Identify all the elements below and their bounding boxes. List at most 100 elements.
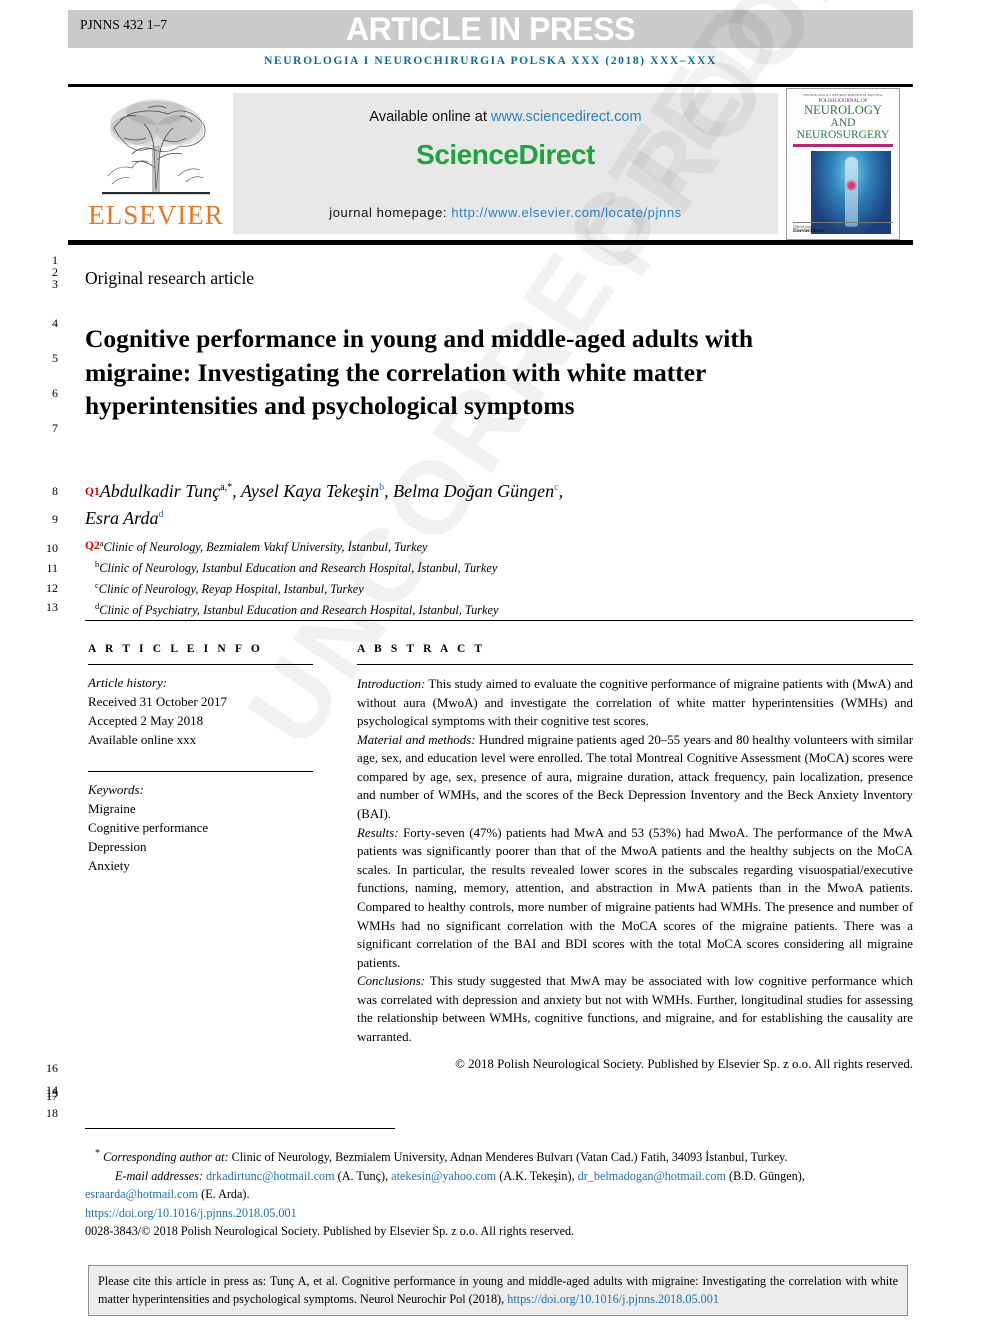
affiliation-list: Q2aClinic of Neurology, Bezmialem Vakıf …: [85, 537, 785, 621]
article-type: Original research article: [85, 268, 255, 288]
affiliation-item: Q2aClinic of Neurology, Bezmialem Vakıf …: [85, 537, 785, 558]
article-accepted-date: Accepted 2 May 2018: [88, 712, 204, 728]
abstract-section-label: Material and methods:: [357, 732, 476, 747]
doi-link[interactable]: https://doi.org/10.1016/j.pjnns.2018.05.…: [85, 1206, 297, 1220]
line-number: 7: [52, 421, 58, 435]
cite-text: Please cite this article in press as: Tu…: [98, 1274, 898, 1306]
abstract-heading: A B S T R A C T: [357, 643, 486, 655]
abstract-section: Results: Forty-seven (47%) patients had …: [357, 824, 913, 973]
line-number: 13: [46, 600, 58, 614]
email-link[interactable]: drkadirtunc@hotmail.com: [206, 1169, 335, 1183]
line-number: 11: [46, 561, 58, 575]
keywords-block: Keywords: Migraine Cognitive performance…: [88, 781, 313, 875]
available-online-prefix: Available online at: [369, 109, 491, 125]
footnotes: * Corresponding author at: Clinic of Neu…: [85, 1146, 915, 1241]
email-addresses-label: E-mail addresses:: [115, 1168, 203, 1183]
corresponding-author-note: * Corresponding author at: Clinic of Neu…: [85, 1146, 915, 1167]
author-name: Aysel Kaya Tekeşin: [240, 481, 380, 501]
corresponding-marker: *: [95, 1148, 101, 1159]
keyword-item: Cognitive performance: [88, 820, 209, 836]
line-number: 5: [52, 351, 58, 365]
abstract-section: Material and methods: Hundred migraine p…: [357, 731, 913, 824]
cite-this-article-box: Please cite this article in press as: Tu…: [88, 1265, 908, 1317]
corresponding-author-label: Corresponding author at:: [103, 1150, 229, 1165]
affiliation-text: Clinic of Neurology, Istanbul Education …: [99, 561, 498, 576]
masthead-top-rule: [68, 84, 913, 87]
abstract-body: Introduction: This study aimed to evalua…: [357, 675, 913, 1047]
email-owner: (A.K. Tekeşin),: [496, 1168, 578, 1183]
abstract-rule: [357, 664, 913, 665]
abstract-section-text: This study aimed to evaluate the cogniti…: [357, 677, 913, 729]
affiliation-item: cClinic of Neurology, Reyap Hospital, Is…: [85, 579, 785, 600]
cover-neurology: NEUROLOGY: [804, 103, 882, 117]
cover-accent-bar: [793, 143, 893, 147]
article-in-press-banner: PJNNS 432 1–7 ARTICLE IN PRESS: [68, 10, 913, 48]
cover-footer-brand: ElsevierDirect: [793, 229, 824, 234]
email-link[interactable]: dr_belmadogan@hotmail.com: [578, 1169, 726, 1183]
affiliation-item: dClinic of Psychiatry, Istanbul Educatio…: [85, 600, 785, 621]
author-affil-mark: d: [158, 509, 164, 520]
affiliation-text: Clinic of Psychiatry, Istanbul Education…: [99, 603, 499, 618]
cite-doi-link[interactable]: https://doi.org/10.1016/j.pjnns.2018.05.…: [507, 1292, 719, 1306]
email-link[interactable]: esraarda@hotmail.com: [85, 1187, 198, 1201]
sciencedirect-wordmark: ScienceDirect: [416, 139, 595, 170]
journal-homepage-link[interactable]: http://www.elsevier.com/locate/pjnns: [451, 205, 681, 220]
author-name: Esra Arda: [85, 508, 159, 528]
elsevier-wordmark: ELSEVIER: [88, 200, 224, 230]
masthead: ELSEVIER Available online at www.science…: [68, 88, 913, 240]
abstract-section: Introduction: This study aimed to evalua…: [357, 675, 913, 731]
line-number: 8: [52, 484, 58, 498]
available-online-line: Available online at www.sciencedirect.co…: [233, 109, 778, 125]
query-flag-q2[interactable]: Q2: [85, 540, 100, 552]
abstract-section-text: This study suggested that MwA may be ass…: [357, 974, 913, 1044]
journal-homepage-line: journal homepage: http://www.elsevier.co…: [233, 205, 778, 220]
author-name: Belma Doğan Güngen: [393, 481, 555, 501]
email-owner: (A. Tunç),: [334, 1168, 392, 1183]
keyword-item: Depression: [88, 838, 147, 854]
cover-heart-highlight: [847, 180, 856, 190]
cover-footer: Official journal of the Polish Neurologi…: [793, 222, 893, 234]
abstract-column: A B S T R A C T Introduction: This study…: [357, 643, 913, 1072]
cover-top-line: NEUROLOGIA I NEUROCHIRURGIA POLSKA: [803, 93, 883, 97]
abstract-section-label: Results:: [357, 825, 399, 840]
email-addresses-note: E-mail addresses: drkadirtunc@hotmail.co…: [85, 1169, 805, 1202]
line-number: 12: [46, 581, 58, 595]
query-flag-q1[interactable]: Q1: [85, 486, 100, 498]
abstract-section-label: Conclusions:: [357, 974, 426, 989]
line-number: 16: [46, 1061, 58, 1075]
sciencedirect-box: Available online at www.sciencedirect.co…: [233, 93, 778, 234]
footnote-rule: [85, 1128, 395, 1129]
author-list: Q1Abdulkadir Tunça,*, Aysel Kaya Tekeşin…: [85, 481, 564, 528]
masthead-bottom-rule: [68, 240, 913, 245]
affiliation-text: Clinic of Neurology, Bezmialem Vakıf Uni…: [103, 540, 428, 555]
article-history-block: Article history: Received 31 October 201…: [88, 674, 313, 749]
keyword-item: Anxiety: [88, 857, 130, 873]
affiliation-text: Clinic of Neurology, Reyap Hospital, Ist…: [98, 582, 364, 597]
line-number: 6: [52, 386, 58, 400]
issn-copyright-note: 0028-3843/© 2018 Polish Neurological Soc…: [85, 1224, 575, 1239]
line-number: 10: [46, 541, 58, 555]
abstract-section: Conclusions: This study suggested that M…: [357, 972, 913, 1046]
cover-footer-rule: [793, 222, 893, 223]
author-affil-mark: c: [554, 482, 559, 493]
keyword-item: Migraine: [88, 801, 136, 817]
line-number: 4: [52, 316, 58, 330]
sciencedirect-link[interactable]: www.sciencedirect.com: [491, 109, 642, 125]
cover-figure-silhouette: [845, 156, 858, 227]
elsevier-logo: ELSEVIER: [82, 90, 230, 238]
journal-cover-thumbnail: NEUROLOGIA I NEUROCHIRURGIA POLSKA POLIS…: [786, 88, 900, 240]
abstract-section-text: Forty-seven (47%) patients had MwA and 5…: [357, 825, 913, 970]
affiliation-item: bClinic of Neurology, Istanbul Education…: [85, 558, 785, 579]
article-in-press-label: ARTICLE IN PRESS: [346, 11, 635, 47]
article-info-rule: [88, 664, 313, 665]
corresponding-author-address: Clinic of Neurology, Bezmialem Universit…: [228, 1150, 788, 1165]
email-owner: (B.D. Güngen),: [725, 1168, 805, 1183]
keywords-rule: [88, 771, 313, 773]
email-link[interactable]: atekesin@yahoo.com: [391, 1169, 496, 1183]
page-title: Cognitive performance in young and middl…: [85, 324, 754, 421]
author-affil-mark: a,*: [220, 482, 233, 493]
line-number: 17: [46, 1089, 58, 1103]
author-name: Abdulkadir Tunç: [99, 481, 221, 501]
journal-homepage-prefix: journal homepage:: [329, 205, 452, 220]
abstract-copyright: © 2018 Polish Neurological Society. Publ…: [455, 1056, 913, 1071]
